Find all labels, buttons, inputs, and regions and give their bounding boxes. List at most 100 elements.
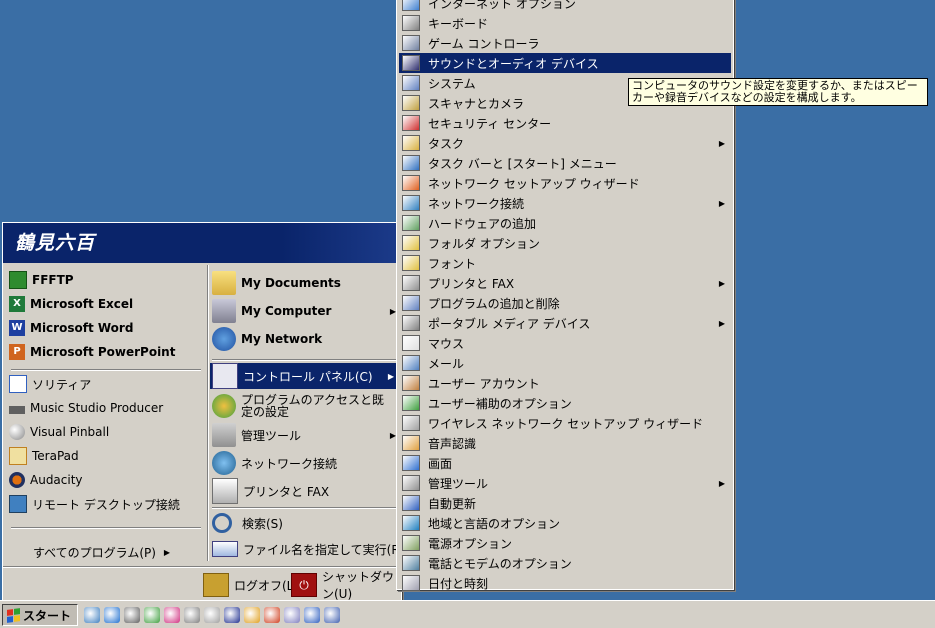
chevron-right-icon: ▶	[163, 547, 171, 557]
add-remove-icon	[402, 295, 420, 311]
recent-item-remote-desktop[interactable]: リモート デスクトップ接続	[9, 493, 180, 515]
chevron-right-icon: ▶	[718, 278, 725, 288]
control-panel-item-label: ハードウェアの追加	[428, 216, 537, 231]
quick-launch-10-icon[interactable]	[264, 607, 280, 623]
control-panel-item[interactable]: 日付と時刻	[399, 573, 731, 593]
control-panel-item[interactable]: タスク ▶	[399, 133, 731, 153]
quick-launch-9-icon[interactable]	[244, 607, 260, 623]
control-panel-item[interactable]: ゲーム コントローラ	[399, 33, 731, 53]
pinned-item-word[interactable]: W Microsoft Word	[9, 317, 133, 339]
quick-launch-1-icon[interactable]	[84, 607, 100, 623]
control-panel-item[interactable]: サウンドとオーディオ デバイス	[399, 53, 731, 73]
control-panel-item[interactable]: ユーザー アカウント	[399, 373, 731, 393]
control-panel-item-label: 地域と言語のオプション	[428, 516, 561, 531]
chevron-right-icon: ▶	[718, 318, 725, 328]
wireless-icon	[402, 415, 420, 431]
quick-launch-5-icon[interactable]	[164, 607, 180, 623]
control-panel-item[interactable]: ポータブル メディア デバイス ▶	[399, 313, 731, 333]
pinned-item-excel[interactable]: X Microsoft Excel	[9, 293, 133, 315]
power-off-icon: ⏻	[291, 573, 317, 597]
my-computer-icon	[212, 299, 236, 323]
my-computer-link[interactable]: My Computer ▶	[212, 297, 398, 325]
run-icon	[212, 541, 238, 557]
pinned-item-powerpoint[interactable]: P Microsoft PowerPoint	[9, 341, 175, 363]
my-documents-link[interactable]: My Documents	[212, 269, 341, 297]
remote-desktop-icon	[9, 495, 27, 513]
pinned-item-ffftp[interactable]: FFFTP	[9, 269, 74, 291]
printers-item[interactable]: プリンタと FAX	[212, 477, 329, 505]
scanner-icon	[402, 95, 420, 111]
quick-launch-7-icon[interactable]	[204, 607, 220, 623]
run-item[interactable]: ファイル名を指定して実行(R)...	[212, 537, 416, 561]
my-network-link[interactable]: My Network	[212, 325, 322, 353]
search-item[interactable]: 検索(S)	[212, 511, 283, 535]
chevron-right-icon: ▶	[718, 198, 725, 208]
program-access-item[interactable]: プログラムのアクセスと既定の設定	[212, 391, 394, 421]
portable-media-icon	[402, 315, 420, 331]
printer-fax-icon	[402, 275, 420, 291]
logoff-button[interactable]: ログオフ(L)	[203, 573, 298, 597]
internet-options-icon	[402, 0, 420, 11]
audacity-icon	[9, 472, 25, 488]
shutdown-button[interactable]: ⏻ シャットダウン(U)	[291, 570, 401, 601]
recent-item-music-studio[interactable]: Music Studio Producer	[9, 397, 163, 419]
control-panel-item[interactable]: フォルダ オプション	[399, 233, 731, 253]
mail-icon	[402, 355, 420, 371]
quick-launch-4-icon[interactable]	[144, 607, 160, 623]
recent-item-audacity[interactable]: Audacity	[9, 469, 83, 491]
control-panel-item[interactable]: キーボード	[399, 13, 731, 33]
control-panel-item[interactable]: インターネット オプション	[399, 0, 731, 13]
control-panel-item[interactable]: プログラムの追加と削除	[399, 293, 731, 313]
control-panel-item[interactable]: マウス	[399, 333, 731, 353]
control-panel-item[interactable]: フォント	[399, 253, 731, 273]
sound-icon	[402, 55, 420, 71]
control-panel-item[interactable]: 電話とモデムのオプション	[399, 553, 731, 573]
control-panel-item-label: 管理ツール	[428, 476, 489, 491]
start-button[interactable]: スタート	[2, 604, 78, 626]
control-panel-item[interactable]: ワイヤレス ネットワーク セットアップ ウィザード	[399, 413, 731, 433]
control-panel-item[interactable]: タスク バーと [スタート] メニュー	[399, 153, 731, 173]
control-panel-item[interactable]: セキュリティ センター	[399, 113, 731, 133]
control-panel-item[interactable]: 管理ツール ▶	[399, 473, 731, 493]
quick-launch-13-icon[interactable]	[324, 607, 340, 623]
recent-item-solitaire[interactable]: ソリティア	[9, 373, 91, 395]
control-panel-item[interactable]: コントロール パネル(C) ▶	[210, 363, 396, 389]
ie-icon[interactable]	[104, 607, 120, 623]
quick-launch-12-icon[interactable]	[304, 607, 320, 623]
control-panel-item[interactable]: 音声認識	[399, 433, 731, 453]
control-panel-item-label: スキャナとカメラ	[428, 96, 525, 111]
chevron-right-icon: ▶	[387, 371, 394, 381]
control-panel-item[interactable]: 電源オプション	[399, 533, 731, 553]
recent-item-terapad[interactable]: TeraPad	[9, 445, 79, 467]
control-panel-item-label: ゲーム コントローラ	[428, 36, 540, 51]
control-panel-item-label: ユーザー アカウント	[428, 376, 540, 391]
control-panel-item[interactable]: ハードウェアの追加	[399, 213, 731, 233]
control-panel-item[interactable]: ユーザー補助のオプション	[399, 393, 731, 413]
quick-launch-6-icon[interactable]	[184, 607, 200, 623]
all-programs-button[interactable]: すべてのプログラム(P) ▶	[33, 541, 170, 563]
control-panel-item-label: サウンドとオーディオ デバイス	[428, 56, 599, 71]
admin-tools-item[interactable]: 管理ツール ▶	[212, 421, 398, 449]
control-panel-item-label: セキュリティ センター	[428, 116, 552, 131]
logoff-icon	[203, 573, 229, 597]
quick-launch-8-icon[interactable]	[224, 607, 240, 623]
control-panel-item[interactable]: ネットワーク接続 ▶	[399, 193, 731, 213]
control-panel-item[interactable]: 地域と言語のオプション	[399, 513, 731, 533]
control-panel-item-label: ネットワーク接続	[428, 196, 525, 211]
control-panel-item[interactable]: ネットワーク セットアップ ウィザード	[399, 173, 731, 193]
network-connections-icon	[212, 451, 236, 475]
control-panel-item[interactable]: 画面	[399, 453, 731, 473]
quick-launch-11-icon[interactable]	[284, 607, 300, 623]
program-access-icon	[212, 394, 236, 418]
start-menu-left-pane: FFFTP X Microsoft Excel W Microsoft Word…	[5, 265, 205, 561]
control-panel-item[interactable]: 自動更新	[399, 493, 731, 513]
control-panel-item[interactable]: メール	[399, 353, 731, 373]
user-accounts-icon	[402, 375, 420, 391]
network-connections-item[interactable]: ネットワーク接続	[212, 449, 337, 477]
control-panel-item-label: 自動更新	[428, 496, 477, 511]
control-panel-item-label: フォント	[428, 256, 477, 271]
recent-item-pinball[interactable]: Visual Pinball	[9, 421, 109, 443]
mouse-icon	[402, 335, 420, 351]
quick-launch-3-icon[interactable]	[124, 607, 140, 623]
control-panel-item[interactable]: プリンタと FAX ▶	[399, 273, 731, 293]
